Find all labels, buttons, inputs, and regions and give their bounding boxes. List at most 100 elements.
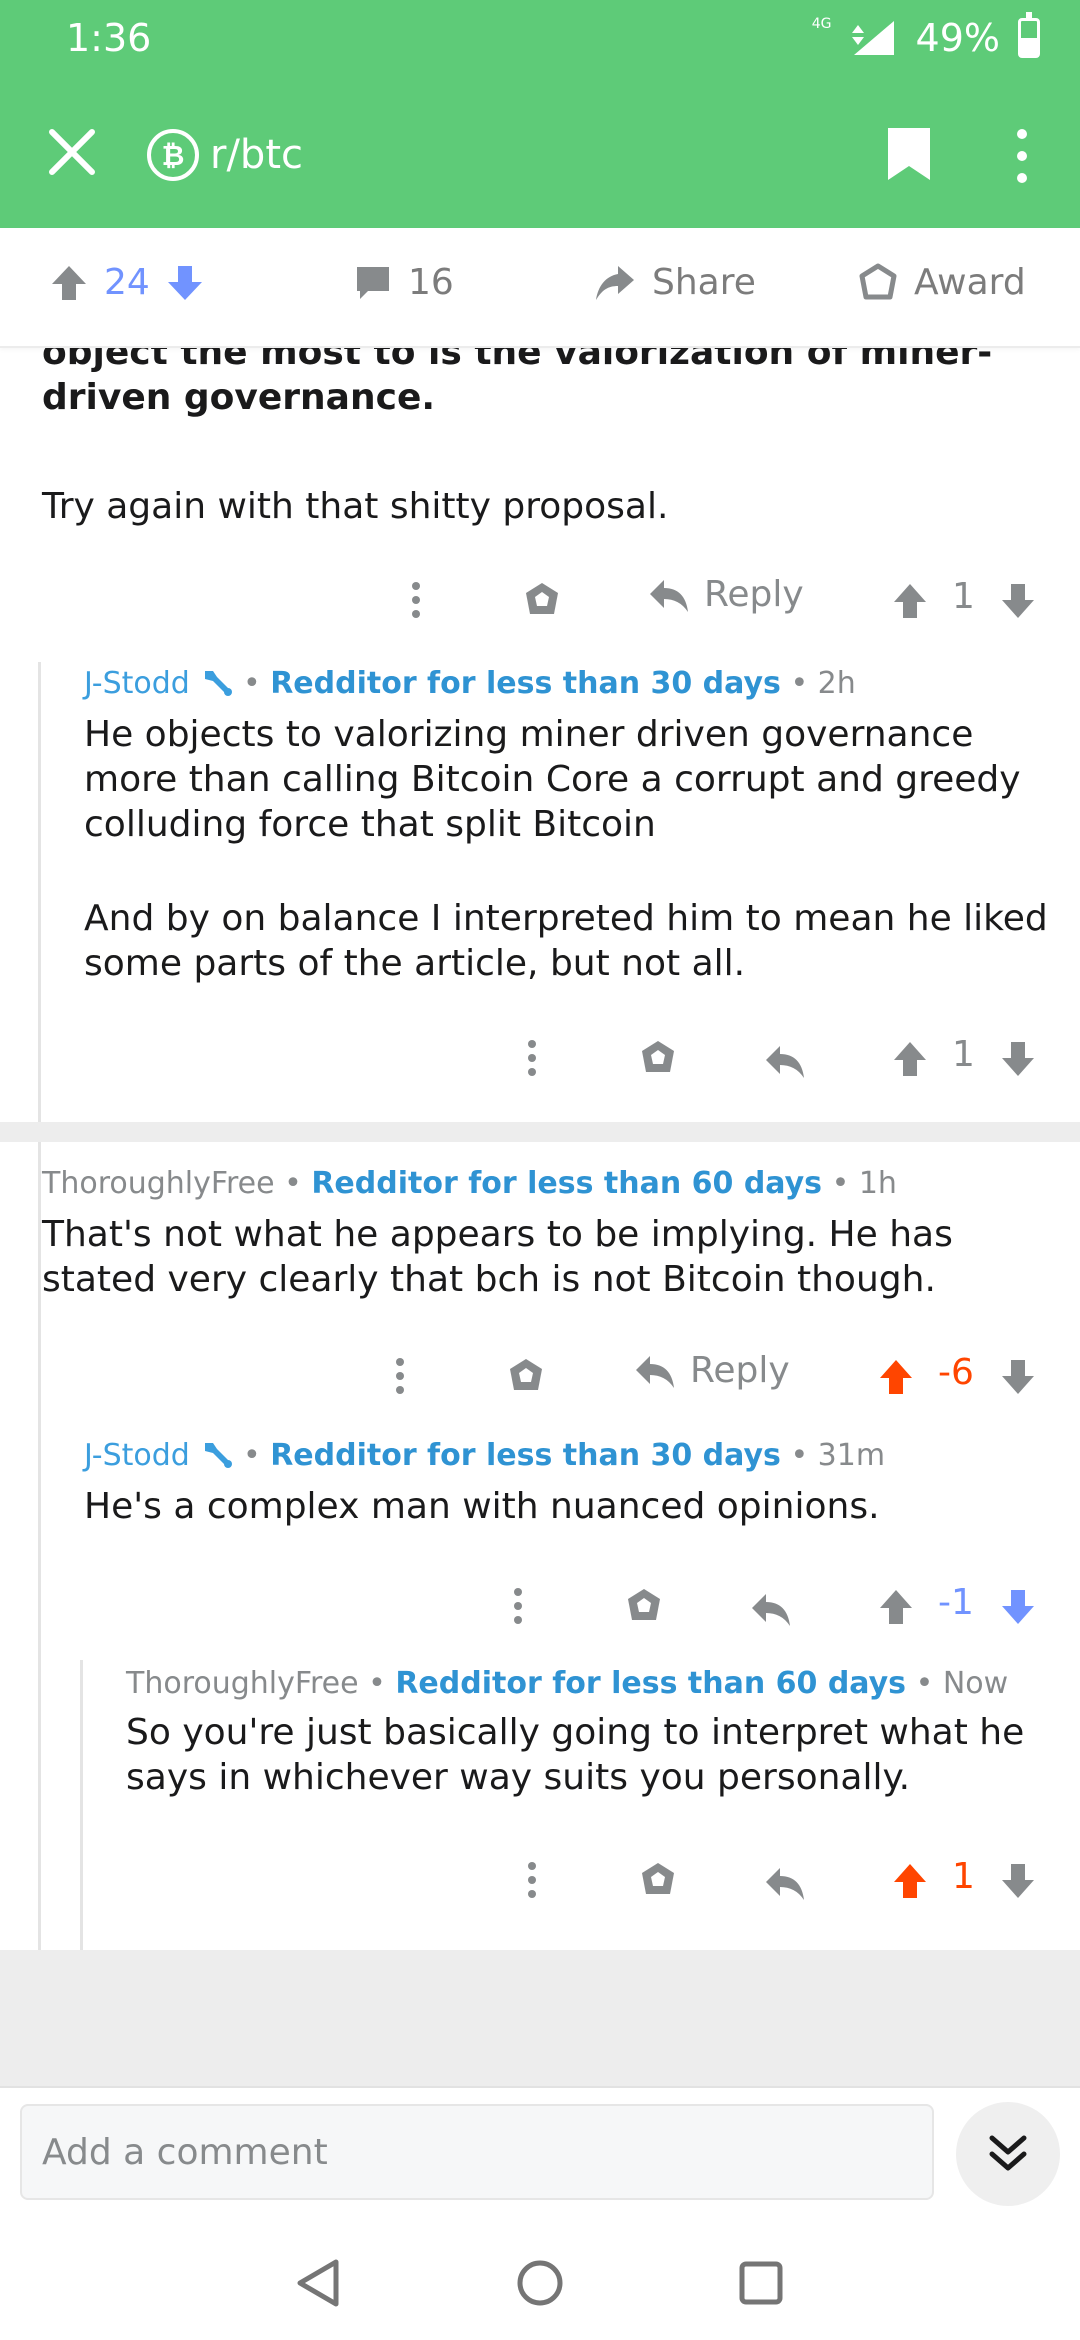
network-type: 4G — [811, 16, 832, 32]
downvote-icon[interactable] — [1000, 1588, 1036, 1626]
comment-meta: ThoroughlyFree • Redditor for less than … — [42, 1166, 897, 1201]
comment-age: 31m — [817, 1438, 886, 1473]
thread-line — [38, 662, 41, 1450]
share-button[interactable]: Share — [594, 262, 756, 303]
double-chevron-down-icon — [989, 2135, 1027, 2171]
downvote-icon[interactable] — [1000, 1040, 1036, 1078]
award-icon[interactable] — [506, 1356, 546, 1396]
more-vert-icon[interactable] — [386, 1356, 414, 1396]
status-time: 1:36 — [66, 16, 152, 60]
reply-button[interactable]: Reply — [634, 1350, 790, 1391]
reply-icon[interactable] — [750, 1590, 792, 1628]
more-vert-icon[interactable] — [518, 1860, 546, 1900]
comment-meta: ThoroughlyFree • Redditor for less than … — [126, 1666, 1009, 1701]
thread-separator — [0, 1122, 1080, 1142]
subreddit-name: r/btc — [210, 132, 303, 178]
reply-label: Reply — [690, 1350, 790, 1391]
post-score: 24 — [104, 262, 150, 303]
more-vert-icon[interactable] — [518, 1038, 546, 1078]
home-icon[interactable] — [513, 2256, 567, 2310]
thread-line — [80, 1660, 83, 1950]
bookmark-icon[interactable] — [886, 126, 932, 182]
status-indicators: 4G 49% — [811, 12, 1040, 60]
comments-button[interactable]: 16 — [354, 262, 454, 303]
battery-icon — [1018, 12, 1040, 58]
award-button[interactable]: Award — [858, 262, 1026, 303]
post-action-bar: 24 16 Share Award — [0, 228, 1080, 348]
upvote-icon[interactable] — [878, 1588, 914, 1626]
reply-icon[interactable] — [764, 1864, 806, 1902]
comment-score: -6 — [938, 1352, 974, 1393]
comment-body: And by on balance I interpreted him to m… — [84, 898, 1048, 984]
comment-meta: J-Stodd • Redditor for less than 30 days… — [84, 1438, 886, 1473]
downvote-icon[interactable] — [166, 264, 204, 302]
reply-label: Reply — [704, 574, 804, 615]
award-icon[interactable] — [638, 1038, 678, 1078]
comment-author[interactable]: ThoroughlyFree — [42, 1166, 275, 1201]
comment-author[interactable]: ThoroughlyFree — [126, 1666, 359, 1701]
share-label: Share — [652, 262, 756, 303]
svg-text:₿: ₿ — [162, 139, 185, 172]
post-vote: 24 — [50, 262, 204, 303]
reply-icon — [636, 1355, 674, 1388]
comment-age: 1h — [858, 1166, 897, 1201]
upvote-icon[interactable] — [892, 1040, 928, 1078]
comment-author[interactable]: J-Stodd — [84, 666, 190, 701]
upvote-icon[interactable] — [892, 1862, 928, 1900]
comment-author[interactable]: J-Stodd — [84, 1438, 190, 1473]
author-flair: Redditor for less than 60 days — [395, 1666, 907, 1701]
recents-icon[interactable] — [734, 2256, 788, 2310]
reply-icon[interactable] — [764, 1042, 806, 1080]
comment-composer: Add a comment — [0, 2086, 1080, 2226]
upvote-icon[interactable] — [50, 264, 88, 302]
back-icon[interactable] — [292, 2256, 346, 2310]
comment-score: 1 — [952, 1034, 975, 1075]
comment-body: That's not what he appears to be implyin… — [42, 1214, 953, 1300]
share-icon — [596, 265, 634, 300]
comment-score: -1 — [938, 1582, 974, 1623]
battery-percent: 49% — [915, 16, 1000, 60]
comment-count: 16 — [408, 262, 454, 303]
more-vert-icon[interactable] — [504, 1586, 532, 1626]
comment-body: He objects to valorizing miner driven go… — [84, 714, 1021, 845]
award-label: Award — [914, 262, 1026, 303]
jump-down-button[interactable] — [956, 2102, 1060, 2206]
author-flair: Redditor for less than 60 days — [311, 1166, 823, 1201]
bitcoin-icon: ₿ — [147, 129, 199, 181]
comment-age: Now — [942, 1666, 1009, 1701]
downvote-icon[interactable] — [1000, 1358, 1036, 1396]
downvote-icon[interactable] — [1000, 582, 1036, 620]
thread-end-space — [0, 1950, 1080, 2086]
award-icon[interactable] — [624, 1586, 664, 1626]
comment-body: So you're just basically going to interp… — [126, 1712, 1025, 1798]
reply-button[interactable]: Reply — [648, 574, 804, 615]
comment-score: 1 — [952, 576, 975, 617]
status-bar: 1:36 4G 49% — [0, 0, 1080, 80]
comment-meta: J-Stodd • Redditor for less than 30 days… — [84, 666, 856, 701]
more-vert-icon[interactable] — [402, 580, 430, 620]
comment-icon — [357, 266, 389, 299]
comment-body-bold: object the most to is the valorization o… — [42, 348, 993, 418]
author-flair: Redditor for less than 30 days — [270, 1438, 781, 1473]
downvote-icon[interactable] — [1000, 1862, 1036, 1900]
system-nav-bar — [0, 2226, 1080, 2340]
add-comment-input[interactable]: Add a comment — [20, 2104, 934, 2200]
upvote-icon[interactable] — [878, 1358, 914, 1396]
comment-body: Try again with that shitty proposal. — [42, 486, 669, 527]
comment-age: 2h — [817, 666, 856, 701]
upvote-icon[interactable] — [892, 582, 928, 620]
close-icon[interactable] — [44, 124, 100, 180]
thread-line — [38, 1434, 41, 1950]
wrench-icon — [205, 671, 233, 696]
signal-icon — [851, 21, 894, 55]
author-flair: Redditor for less than 30 days — [270, 666, 781, 701]
reply-icon — [650, 579, 688, 612]
more-vert-icon[interactable] — [1002, 126, 1042, 186]
comment-body: He's a complex man with nuanced opinions… — [84, 1486, 880, 1527]
award-icon — [859, 263, 897, 299]
comment-score: 1 — [952, 1856, 975, 1897]
subreddit-link[interactable]: ₿ r/btc — [146, 128, 303, 182]
award-icon[interactable] — [522, 580, 562, 620]
wrench-icon — [205, 1443, 233, 1468]
award-icon[interactable] — [638, 1860, 678, 1900]
